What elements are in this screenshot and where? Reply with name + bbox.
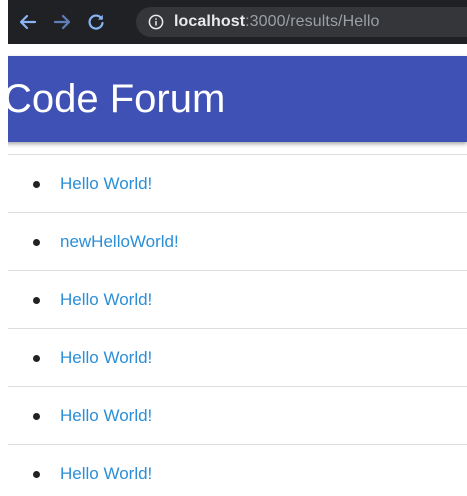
- list-item: Hello World!: [0, 329, 467, 387]
- bullet-icon: [33, 470, 40, 478]
- result-link[interactable]: Hello World!: [60, 406, 152, 426]
- result-link[interactable]: Hello World!: [60, 348, 152, 368]
- forward-button[interactable]: [48, 8, 76, 36]
- bullet-icon: [33, 354, 40, 362]
- list-item: newHelloWorld!: [0, 213, 467, 271]
- list-item: Hello World!: [0, 387, 467, 445]
- bullet-icon: [33, 238, 40, 246]
- browser-toolbar: localhost:3000/results/Hello: [0, 0, 467, 44]
- result-link[interactable]: Hello World!: [60, 174, 152, 194]
- window-edge: [0, 0, 8, 496]
- address-bar[interactable]: localhost:3000/results/Hello: [136, 7, 467, 37]
- reload-icon: [88, 14, 104, 30]
- result-link[interactable]: Hello World!: [60, 290, 152, 310]
- page-title: Code Forum: [3, 77, 226, 121]
- address-path: :3000/results/Hello: [245, 13, 380, 30]
- info-icon[interactable]: [148, 14, 164, 30]
- app-header: Code Forum: [0, 56, 467, 142]
- bullet-icon: [33, 412, 40, 420]
- page: localhost:3000/results/Hello Code Forum …: [0, 0, 467, 496]
- result-link[interactable]: Hello World!: [60, 464, 152, 484]
- arrow-left-icon: [19, 14, 37, 30]
- result-link[interactable]: newHelloWorld!: [60, 232, 179, 252]
- results-list: Hello World! newHelloWorld! Hello World!…: [0, 154, 467, 496]
- list-item: Hello World!: [0, 445, 467, 496]
- bullet-icon: [33, 296, 40, 304]
- list-item: Hello World!: [0, 155, 467, 213]
- bullet-icon: [33, 180, 40, 188]
- back-button[interactable]: [14, 8, 42, 36]
- arrow-right-icon: [53, 14, 71, 30]
- reload-button[interactable]: [82, 8, 110, 36]
- address-text: localhost:3000/results/Hello: [174, 13, 380, 31]
- list-item: Hello World!: [0, 271, 467, 329]
- address-host: localhost: [174, 13, 246, 30]
